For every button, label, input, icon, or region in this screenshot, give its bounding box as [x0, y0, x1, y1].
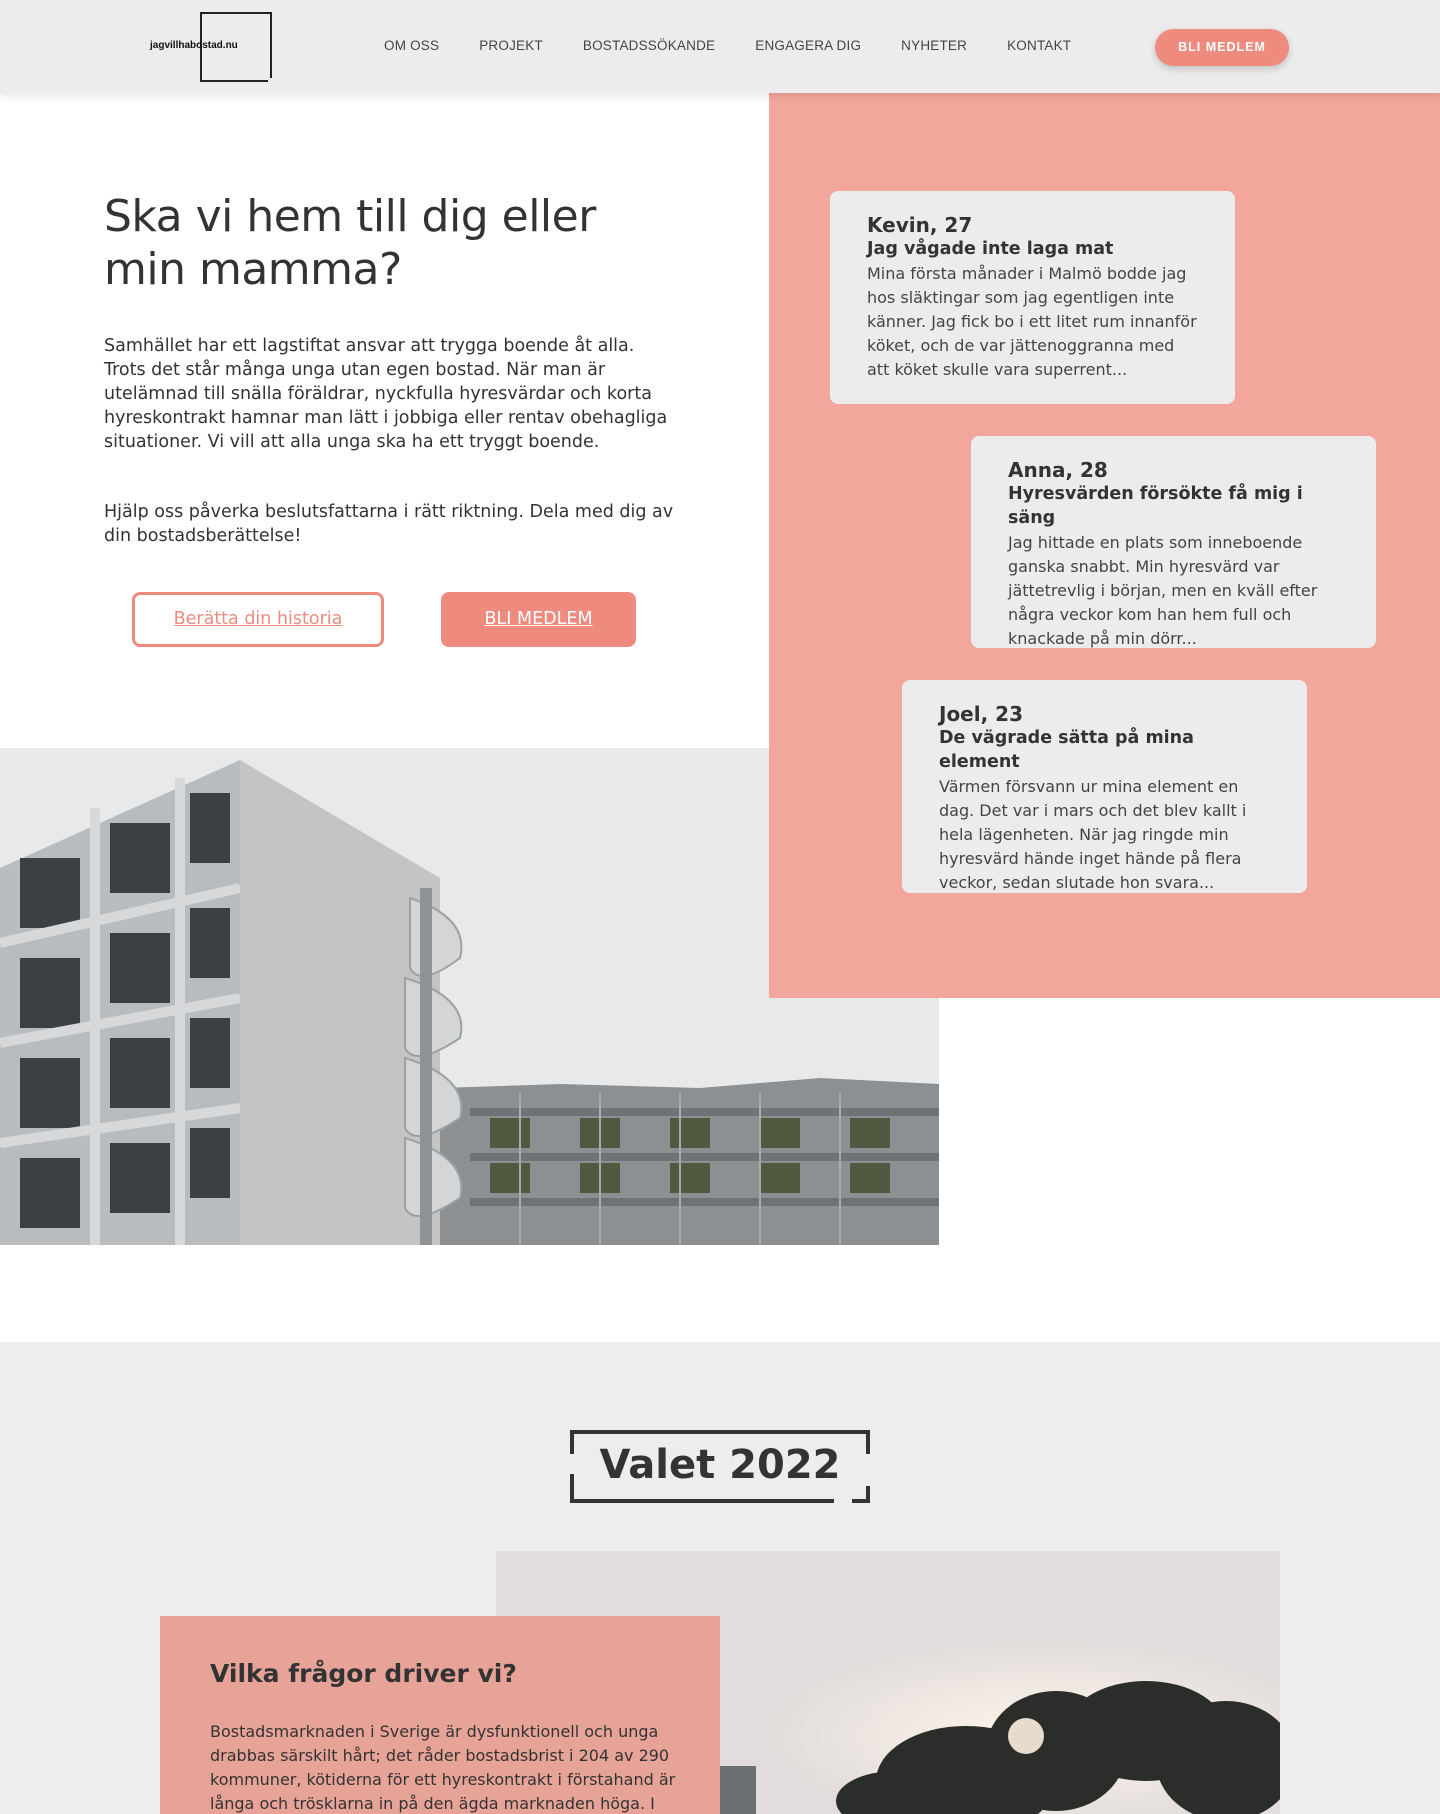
story-card[interactable]: Kevin, 27 Jag vågade inte laga mat Mina … — [830, 191, 1235, 404]
issues-text: Bostadsmarknaden i Sverige är dysfunktio… — [210, 1722, 676, 1813]
hero-call-to-action-text: Hjälp oss påverka beslutsfattarna i rätt… — [104, 502, 674, 546]
site-logo[interactable]: jagvillhabostad.nu — [148, 12, 274, 84]
issues-card: Vilka frågor driver vi? Bostadsmarknaden… — [160, 1616, 720, 1814]
story-headline: De vägrade sätta på mina element — [939, 728, 1194, 772]
story-excerpt: Värmen försvann ur mina element en dag. … — [939, 777, 1247, 892]
hero-join-button[interactable]: BLI MEDLEM — [441, 592, 636, 647]
story-card[interactable]: Anna, 28 Hyresvärden försökte få mig i s… — [971, 436, 1376, 648]
logo-text: jagvillhabostad.nu — [150, 40, 238, 51]
story-excerpt: Jag hittade en plats som inneboende gans… — [1008, 533, 1318, 648]
issues-title: Vilka frågor driver vi? — [210, 1659, 517, 1688]
nav-item-kontakt[interactable]: KONTAKT — [1007, 38, 1071, 53]
story-headline: Jag vågade inte laga mat — [867, 239, 1114, 259]
nav-item-nyheter[interactable]: NYHETER — [901, 38, 967, 53]
election-title: Valet 2022 — [599, 1442, 841, 1488]
nav-item-bostadssokande[interactable]: BOSTADSSÖKANDE — [583, 38, 715, 53]
site-header: jagvillhabostad.nu OM OSS PROJEKT BOSTAD… — [0, 0, 1440, 93]
story-author: Kevin, 27 — [867, 213, 973, 237]
story-excerpt: Mina första månader i Malmö bodde jag ho… — [867, 264, 1197, 379]
story-headline: Hyresvärden försökte få mig i säng — [1008, 484, 1303, 528]
main-nav: OM OSS PROJEKT BOSTADSSÖKANDE ENGAGERA D… — [384, 38, 1111, 53]
tell-your-story-button[interactable]: Berätta din historia — [132, 592, 384, 647]
hero-paragraph: Samhället har ett lagstiftat ansvar att … — [104, 336, 668, 452]
nav-item-om-oss[interactable]: OM OSS — [384, 38, 439, 53]
header-join-button[interactable]: BLI MEDLEM — [1155, 29, 1289, 66]
story-author: Joel, 23 — [939, 702, 1023, 726]
story-author: Anna, 28 — [1008, 458, 1108, 482]
nav-item-engagera-dig[interactable]: ENGAGERA DIG — [755, 38, 861, 53]
nav-item-projekt[interactable]: PROJEKT — [479, 38, 543, 53]
story-card[interactable]: Joel, 23 De vägrade sätta på mina elemen… — [902, 680, 1307, 893]
hero-title: Ska vi hem till dig eller min mamma? — [104, 191, 596, 295]
